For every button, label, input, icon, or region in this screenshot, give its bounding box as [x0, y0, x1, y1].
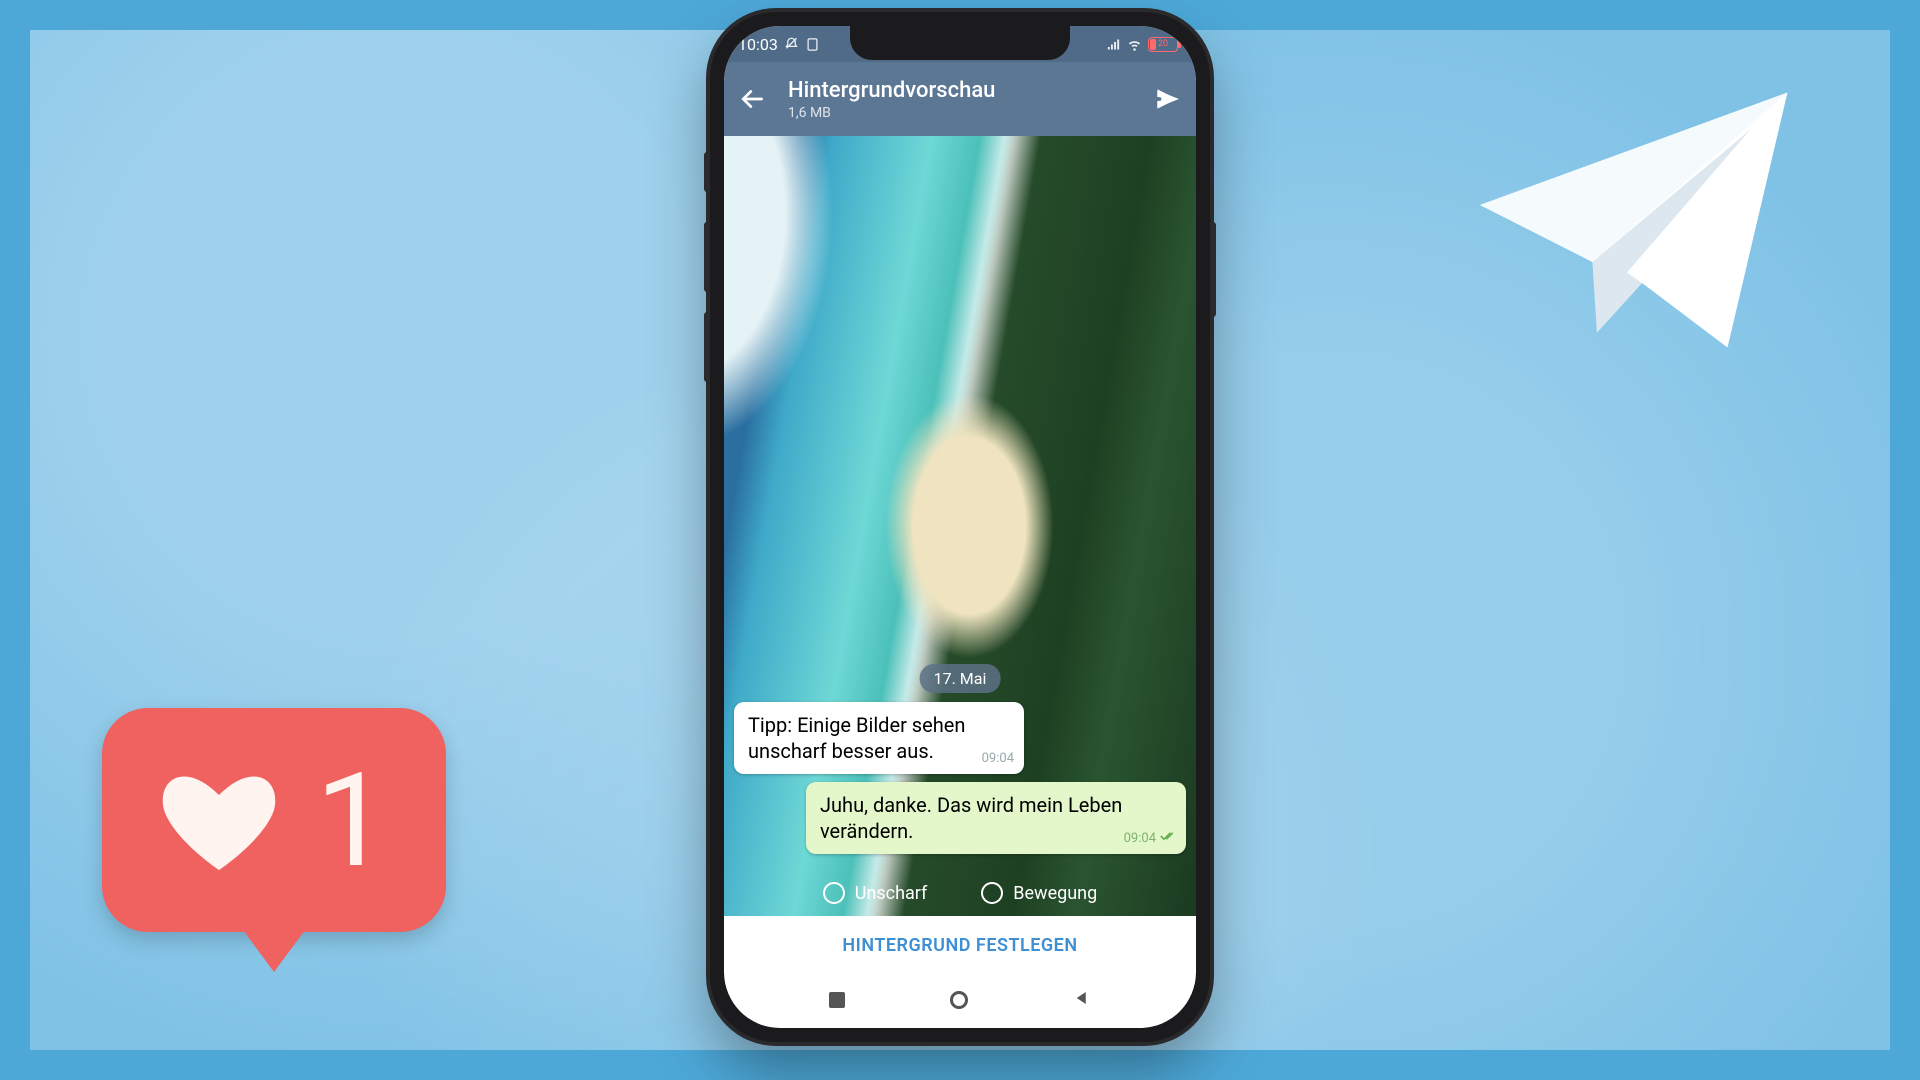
app-header: Hintergrundvorschau 1,6 MB — [724, 62, 1196, 136]
phone-screen: 10:03 20 Hintergrundvorschau 1,6 MB — [724, 26, 1196, 1028]
android-navbar — [724, 974, 1196, 1026]
like-badge: 1 — [102, 708, 446, 932]
back-icon[interactable] — [740, 86, 766, 112]
home-icon[interactable] — [950, 991, 968, 1009]
message-text: Juhu, danke. Das wird mein Leben verände… — [820, 793, 1122, 843]
option-label: Unscharf — [855, 883, 928, 904]
sim-icon — [805, 37, 820, 52]
message-outgoing: Juhu, danke. Das wird mein Leben verände… — [806, 782, 1186, 854]
telegram-logo — [1450, 70, 1810, 370]
status-time: 10:03 — [738, 35, 778, 54]
header-subtitle: 1,6 MB — [788, 105, 1132, 121]
like-count: 1 — [315, 744, 388, 897]
header-title: Hintergrundvorschau — [788, 78, 1132, 103]
radio-icon — [981, 882, 1003, 904]
battery-percent: 20 — [1149, 38, 1177, 51]
phone-frame: 10:03 20 Hintergrundvorschau 1,6 MB — [710, 12, 1210, 1042]
heart-icon — [159, 765, 279, 875]
wallpaper-options: Unscharf Bewegung — [724, 882, 1196, 904]
cta-label: HINTERGRUND FESTLEGEN — [842, 935, 1077, 956]
wallpaper-preview[interactable]: 17. Mai Tipp: Einige Bilder sehen unscha… — [724, 136, 1196, 916]
message-time: 09:04 — [982, 751, 1014, 768]
message-incoming: Tipp: Einige Bilder sehen unscharf besse… — [734, 702, 1024, 774]
read-checks-icon — [1160, 830, 1176, 848]
wifi-icon — [1127, 37, 1142, 52]
option-blur[interactable]: Unscharf — [823, 882, 928, 904]
message-text: Tipp: Einige Bilder sehen unscharf besse… — [748, 713, 965, 763]
date-pill: 17. Mai — [920, 664, 1001, 693]
share-icon[interactable] — [1154, 86, 1180, 112]
phone-notch — [850, 26, 1070, 60]
mute-icon — [784, 37, 799, 52]
recents-icon[interactable] — [829, 992, 845, 1008]
radio-icon — [823, 882, 845, 904]
signal-icon — [1106, 37, 1121, 52]
back-icon[interactable] — [1073, 989, 1091, 1011]
message-time: 09:04 — [1124, 831, 1156, 848]
set-wallpaper-button[interactable]: HINTERGRUND FESTLEGEN — [724, 916, 1196, 974]
option-motion[interactable]: Bewegung — [981, 882, 1097, 904]
option-label: Bewegung — [1013, 883, 1097, 904]
battery-icon: 20 — [1148, 37, 1178, 52]
